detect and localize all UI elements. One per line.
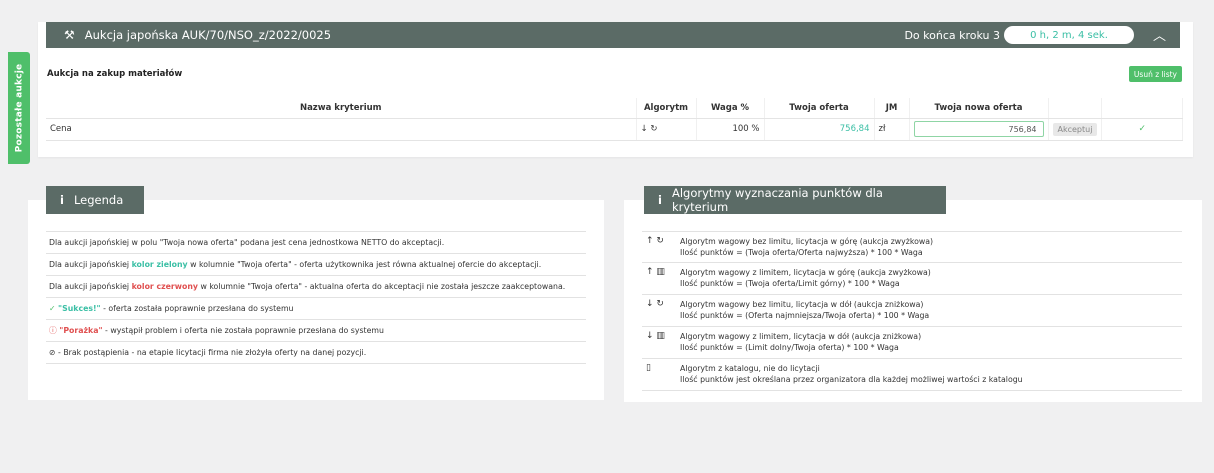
algorithm-text: Algorytm wagowy bez limitu, licytacja w …: [680, 299, 929, 323]
algorithm-item: ↑ ▥ Algorytm wagowy z limitem, licytacja…: [642, 263, 1182, 295]
legend-row-text: w kolumnie "Twoja oferta" - oferta użytk…: [187, 260, 542, 269]
col-header-unit: JM: [874, 98, 910, 119]
failure-label: "Porażka": [59, 326, 103, 335]
legend-card: i Legenda Dla aukcji japońskiej w polu "…: [28, 186, 604, 400]
algorithm-icon: ↓ ↻: [636, 118, 697, 141]
legend-list: Dla aukcji japońskiej w polu "Twoja nowa…: [46, 231, 586, 364]
auction-header: ⚒ Aukcja japońska AUK/70/NSO_z/2022/0025…: [46, 22, 1180, 48]
unit: zł: [874, 118, 910, 141]
algorithm-text: Algorytm wagowy z limitem, licytacja w d…: [680, 331, 921, 355]
legend-row-no-bid: ⊘ - Brak postąpienia - na etapie licytac…: [46, 342, 586, 364]
info-icon: i: [60, 193, 64, 207]
legend-header: i Legenda: [46, 186, 144, 214]
criteria-table: Nazwa kryterium Algorytm Waga % Twoja of…: [46, 98, 1183, 141]
legend-row-failure: ⓘ "Porażka" - wystąpił problem i oferta …: [46, 320, 586, 342]
auction-subtitle: Aukcja na zakup materiałów: [47, 69, 183, 79]
algorithm-name: Algorytm wagowy z limitem, licytacja w g…: [680, 268, 931, 277]
algorithms-list: ↑ ↻ Algorytm wagowy bez limitu, licytacj…: [642, 231, 1182, 391]
new-offer-cell: [909, 118, 1049, 141]
gavel-icon: ⚒: [64, 28, 75, 42]
algorithms-title: Algorytmy wyznaczania punktów dla kryter…: [671, 186, 883, 214]
no-bid-text: - Brak postąpienia - na etapie licytacji…: [55, 348, 367, 357]
info-icon: i: [658, 193, 662, 207]
table-header-row: Nazwa kryterium Algorytm Waga % Twoja of…: [46, 98, 1183, 119]
algorithm-item: ▯ Algorytm z katalogu, nie do licytacji …: [642, 359, 1182, 391]
col-header-offer: Twoja oferta: [764, 98, 875, 119]
col-header-weight: Waga %: [696, 98, 765, 119]
algorithm-text: Algorytm z katalogu, nie do licytacji Il…: [680, 363, 1023, 387]
algorithm-text: Algorytm wagowy bez limitu, licytacja w …: [680, 236, 933, 259]
countdown-timer: 0 h, 2 m, 4 sek.: [1004, 26, 1134, 44]
failure-text: - wystąpił problem i oferta nie została …: [102, 326, 384, 335]
success-label: "Sukces!": [58, 304, 101, 313]
algorithm-formula: Ilość punktów = (Limit dolny/Twoja ofert…: [680, 343, 899, 352]
algorithm-item: ↓ ▥ Algorytm wagowy z limitem, licytacja…: [642, 327, 1182, 359]
your-offer-value: 756,84: [764, 118, 875, 141]
criterion-weight: 100 %: [696, 118, 765, 141]
legend-title: Legenda: [73, 193, 124, 207]
algorithm-down-limited-icon: ↓ ▥: [646, 331, 665, 341]
accept-button[interactable]: Akceptuj: [1052, 122, 1098, 136]
algorithm-name: Algorytm z katalogu, nie do licytacji: [680, 364, 820, 373]
algorithm-name: Algorytm wagowy bez limitu, licytacja w …: [680, 300, 924, 309]
legend-row: Dla aukcji japońskiej kolor zielony w ko…: [46, 254, 586, 276]
algorithm-up-limited-icon: ↑ ▥: [646, 267, 665, 277]
accept-cell: Akceptuj: [1048, 118, 1103, 141]
algorithm-down-unlimited-icon: ↓ ↻: [646, 299, 664, 309]
other-auctions-tab-label: Pozostałe aukcje: [14, 63, 25, 153]
success-text: - oferta została poprawnie przesłana do …: [100, 304, 294, 313]
countdown-label: Do końca kroku 3: [904, 28, 1000, 42]
check-circle-icon: ✓: [49, 304, 56, 313]
legend-green-highlight: kolor zielony: [131, 260, 188, 269]
catalog-icon: ▯: [646, 363, 651, 373]
new-offer-input[interactable]: [913, 121, 1044, 137]
legend-row: Dla aukcji japońskiej w polu "Twoja nowa…: [46, 231, 586, 254]
col-header-status: [1101, 98, 1183, 119]
auction-title: Aukcja japońska AUK/70/NSO_z/2022/0025: [84, 28, 332, 42]
col-header-new-offer: Twoja nowa oferta: [909, 98, 1049, 119]
algorithm-formula: Ilość punktów = (Oferta najmniejsza/Twoj…: [680, 311, 930, 320]
algorithm-name: Algorytm wagowy z limitem, licytacja w d…: [680, 332, 922, 341]
legend-row-text: Dla aukcji japońskiej w polu "Twoja nowa…: [49, 238, 445, 247]
algorithms-card: i Algorytmy wyznaczania punktów dla kryt…: [624, 186, 1202, 402]
col-header-accept: [1048, 98, 1103, 119]
legend-row-text: w kolumnie "Twoja oferta" - aktualna ofe…: [197, 282, 566, 291]
algorithm-formula: Ilość punktów = (Twoja oferta/Limit górn…: [680, 279, 900, 288]
algorithm-text: Algorytm wagowy z limitem, licytacja w g…: [680, 267, 931, 291]
check-circle-icon: ✓: [1138, 124, 1146, 134]
other-auctions-tab[interactable]: Pozostałe aukcje: [8, 52, 30, 164]
algorithm-up-unlimited-icon: ↑ ↻: [646, 236, 664, 246]
col-header-name: Nazwa kryterium: [46, 98, 637, 119]
algorithm-name: Algorytm wagowy bez limitu, licytacja w …: [680, 237, 934, 246]
algorithm-formula: Ilość punktów = (Twoja oferta/Oferta naj…: [680, 248, 923, 257]
algorithm-formula: Ilość punktów jest określana przez organ…: [680, 375, 1023, 384]
col-header-algorithm: Algorytm: [636, 98, 697, 119]
legend-red-highlight: kolor czerwony: [131, 282, 198, 291]
criterion-name: Cena: [46, 118, 637, 141]
legend-row-success: ✓ "Sukces!" - oferta została poprawnie p…: [46, 298, 586, 320]
legend-row: Dla aukcji japońskiej kolor czerwony w k…: [46, 276, 586, 298]
algorithms-header: i Algorytmy wyznaczania punktów dla kryt…: [644, 186, 946, 214]
status-cell: ✓: [1101, 118, 1183, 141]
legend-row-text: Dla aukcji japońskiej: [49, 282, 132, 291]
algorithm-item: ↓ ↻ Algorytm wagowy bez limitu, licytacj…: [642, 295, 1182, 327]
legend-row-text: Dla aukcji japońskiej: [49, 260, 132, 269]
table-row: Cena ↓ ↻ 100 % 756,84 zł Akceptuj ✓: [46, 118, 1183, 141]
alert-circle-icon: ⓘ: [49, 326, 57, 335]
algorithm-item: ↑ ↻ Algorytm wagowy bez limitu, licytacj…: [642, 231, 1182, 263]
chevron-up-icon[interactable]: ︿: [1153, 25, 1166, 44]
remove-from-list-button[interactable]: Usuń z listy: [1128, 66, 1182, 82]
auction-card: ⚒ Aukcja japońska AUK/70/NSO_z/2022/0025…: [38, 22, 1193, 157]
